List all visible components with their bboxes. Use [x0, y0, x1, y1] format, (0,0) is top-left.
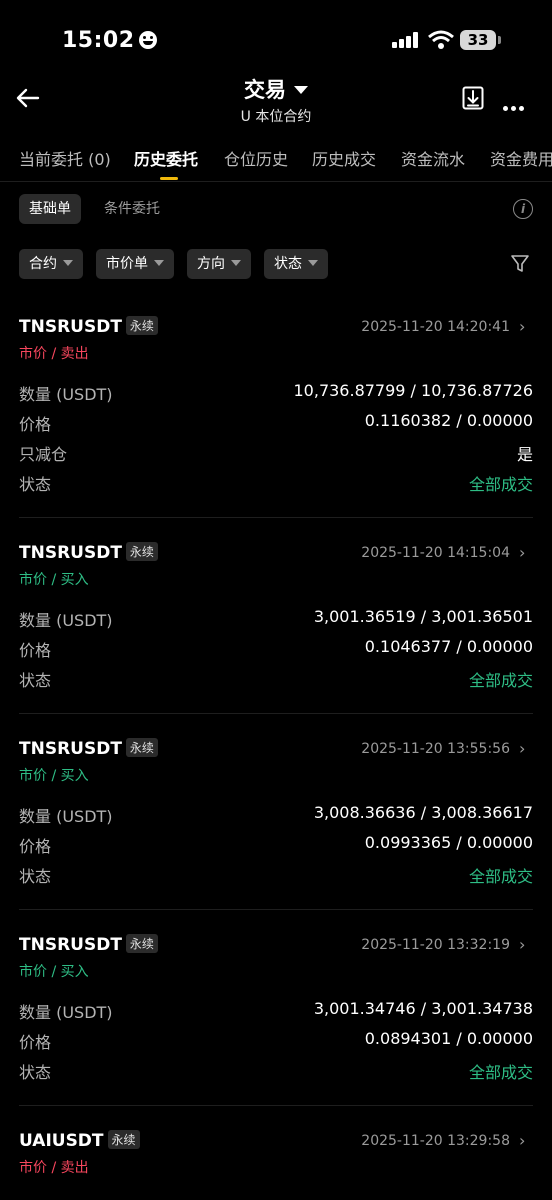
wifi-icon: [428, 30, 454, 49]
perpetual-tag: 永续: [125, 738, 158, 757]
battery-cap: [498, 36, 501, 44]
order-side: 市价 / 卖出: [19, 346, 89, 362]
price-value: 0.1046377 / 0.00000: [364, 637, 533, 656]
status-label: 状态: [19, 1063, 52, 1082]
divider: [19, 1105, 533, 1106]
tab-order-history[interactable]: 历史委托: [134, 146, 198, 170]
status-value: 全部成交: [468, 475, 533, 494]
status-value: 全部成交: [468, 671, 533, 690]
order-time: 2025-11-20 13:55:56: [361, 741, 510, 757]
caret-down-icon: [63, 260, 73, 266]
price-value: 0.0993365 / 0.00000: [364, 833, 533, 852]
perpetual-tag: 永续: [125, 316, 158, 335]
order-card[interactable]: TNSRUSDT 永续: [19, 542, 158, 563]
tab-funding-fee[interactable]: 资金费用: [490, 146, 552, 170]
caret-down-icon: [308, 260, 318, 266]
price-value: 0.1160382 / 0.00000: [364, 411, 533, 430]
order-time: 2025-11-20 13:29:58: [361, 1133, 510, 1149]
chevron-right-icon[interactable]: ›: [519, 1131, 525, 1150]
order-symbol: UAIUSDT: [19, 1131, 104, 1151]
order-symbol: TNSRUSDT: [19, 935, 122, 955]
status-value: 全部成交: [468, 1063, 533, 1082]
filter-order-type[interactable]: 市价单: [96, 249, 174, 279]
subtab-basic-order[interactable]: 基础单: [19, 194, 81, 224]
caret-down-icon: [231, 260, 241, 266]
order-card[interactable]: TNSRUSDT 永续: [19, 316, 158, 337]
download-icon[interactable]: [462, 86, 484, 110]
tab-fund-flow[interactable]: 资金流水: [401, 146, 465, 170]
order-side: 市价 / 买入: [19, 572, 89, 588]
order-time: 2025-11-20 14:20:41: [361, 319, 510, 335]
order-card[interactable]: TNSRUSDT 永续: [19, 738, 158, 759]
caret-down-icon: [154, 260, 164, 266]
status-label: 状态: [19, 475, 52, 494]
chevron-right-icon[interactable]: ›: [519, 543, 525, 562]
chevron-right-icon[interactable]: ›: [519, 935, 525, 954]
tab-position-history[interactable]: 仓位历史: [224, 146, 288, 170]
perpetual-tag: 永续: [107, 1130, 140, 1149]
status-value: 全部成交: [468, 867, 533, 886]
filter-status[interactable]: 状态: [264, 249, 328, 279]
order-time: 2025-11-20 14:15:04: [361, 545, 510, 561]
order-time: 2025-11-20 13:32:19: [361, 937, 510, 953]
status-label: 状态: [19, 867, 52, 886]
filter-contract[interactable]: 合约: [19, 249, 83, 279]
filter-direction[interactable]: 方向: [187, 249, 251, 279]
reduce-only-label: 只减仓: [19, 445, 68, 464]
qty-label: 数量 (USDT): [19, 385, 113, 404]
more-icon[interactable]: [503, 96, 527, 115]
chevron-right-icon[interactable]: ›: [519, 739, 525, 758]
status-label: 状态: [19, 671, 52, 690]
tab-current-orders[interactable]: 当前委托 (0): [19, 146, 111, 170]
active-tab-indicator: [160, 177, 178, 180]
filter-funnel-icon[interactable]: [510, 254, 530, 274]
divider: [19, 517, 533, 518]
smiley-icon: [138, 31, 157, 49]
divider: [0, 181, 552, 182]
qty-label: 数量 (USDT): [19, 807, 113, 826]
caret-down-icon: [294, 86, 308, 94]
reduce-only-value: 是: [516, 445, 533, 464]
perpetual-tag: 永续: [125, 542, 158, 561]
qty-value: 3,001.36519 / 3,001.36501: [313, 607, 533, 626]
status-time: 15:02: [62, 28, 157, 53]
perpetual-tag: 永续: [125, 934, 158, 953]
subtab-conditional-order[interactable]: 条件委托: [104, 194, 160, 224]
divider: [19, 713, 533, 714]
order-card[interactable]: UAIUSDT 永续: [19, 1130, 140, 1151]
qty-value: 10,736.87799 / 10,736.87726: [293, 381, 534, 400]
price-label: 价格: [19, 641, 52, 660]
price-label: 价格: [19, 837, 52, 856]
qty-label: 数量 (USDT): [19, 1003, 113, 1022]
order-side: 市价 / 买入: [19, 964, 89, 980]
divider: [19, 909, 533, 910]
order-card[interactable]: TNSRUSDT 永续: [19, 934, 158, 955]
price-label: 价格: [19, 1033, 52, 1052]
price-value: 0.0894301 / 0.00000: [364, 1029, 533, 1048]
info-icon[interactable]: i: [513, 199, 533, 219]
tab-trade-history[interactable]: 历史成交: [312, 146, 376, 170]
order-symbol: TNSRUSDT: [19, 543, 122, 563]
signal-icon: [392, 32, 420, 48]
price-label: 价格: [19, 415, 52, 434]
order-side: 市价 / 买入: [19, 768, 89, 784]
order-symbol: TNSRUSDT: [19, 317, 122, 337]
qty-value: 3,008.36636 / 3,008.36617: [313, 803, 533, 822]
chevron-right-icon[interactable]: ›: [519, 317, 525, 336]
order-side: 市价 / 卖出: [19, 1160, 89, 1176]
qty-value: 3,001.34746 / 3,001.34738: [313, 999, 533, 1018]
qty-label: 数量 (USDT): [19, 611, 113, 630]
battery-indicator: 33: [460, 30, 496, 50]
order-symbol: TNSRUSDT: [19, 739, 122, 759]
